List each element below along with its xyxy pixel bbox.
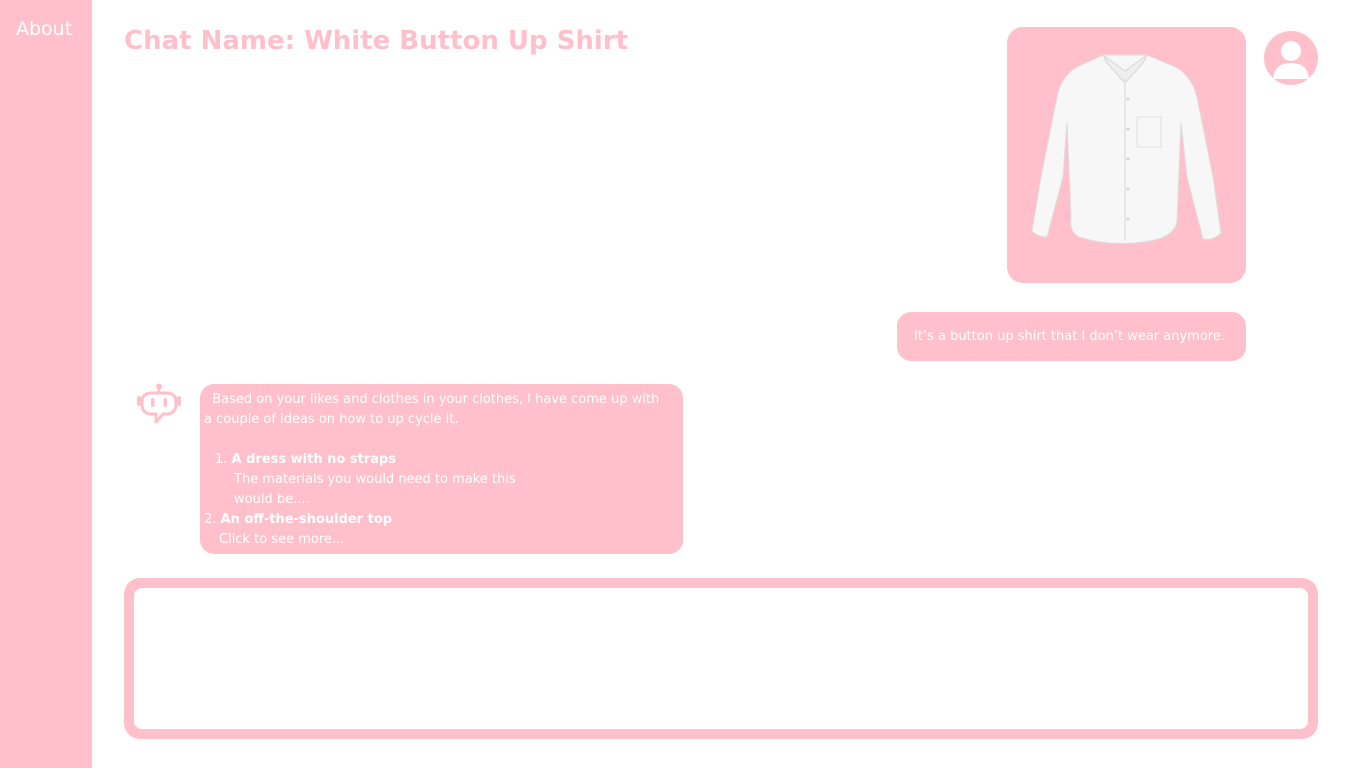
sidebar-item-about[interactable]: About (16, 18, 72, 40)
idea-1-description: The materials you would need to make thi… (234, 472, 516, 487)
bot-intro-line: a couple of ideas on how to up cycle it. (204, 412, 459, 427)
idea-2-number: 2. (204, 512, 217, 527)
shirt-image (1031, 54, 1222, 244)
user-image-message[interactable] (1007, 27, 1246, 283)
message-composer (124, 578, 1318, 739)
bot-message: Based on your likes and clothes in your … (200, 384, 683, 554)
idea-2-title: An off-the-shoulder top (220, 512, 393, 527)
user-message-text: It’s a button up shirt that I don’t wear… (914, 329, 1225, 344)
user-avatar-icon[interactable] (1264, 31, 1318, 85)
page-title: Chat Name: White Button Up Shirt (124, 26, 629, 56)
robot-chat-icon (132, 382, 186, 432)
sidebar: About (0, 0, 92, 768)
idea-2[interactable]: 2. An off-the-shoulder top (204, 510, 677, 530)
bot-intro-line: Based on your likes and clothes in your … (204, 392, 660, 407)
idea-1-description: would be.... (234, 492, 310, 507)
idea-1-title: A dress with no straps (231, 452, 397, 467)
idea-1[interactable]: 1. A dress with no straps (204, 450, 677, 470)
idea-1-number: 1. (215, 452, 228, 467)
see-more-link[interactable]: Click to see more... (204, 530, 677, 550)
user-message: It’s a button up shirt that I don’t wear… (897, 312, 1246, 361)
message-input[interactable] (134, 588, 1308, 729)
